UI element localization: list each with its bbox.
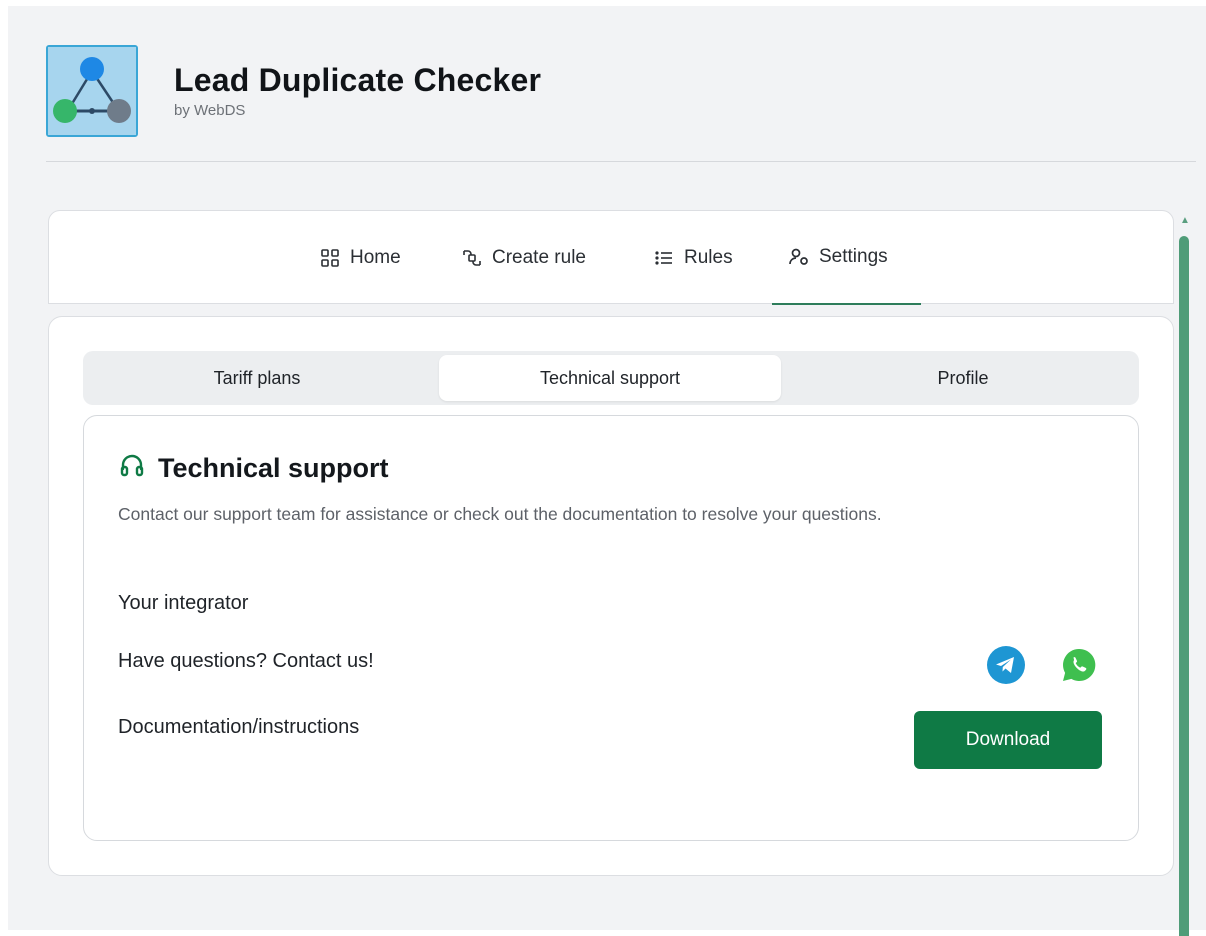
tab-technical-support[interactable]: Technical support	[439, 355, 781, 401]
tab-profile[interactable]: Profile	[791, 355, 1135, 401]
app-vendor: by WebDS	[174, 102, 246, 119]
panel-title: Technical support	[158, 453, 389, 483]
settings-card: Tariff plans Technical support Profile T…	[48, 316, 1174, 876]
nav-tab-label: Home	[350, 247, 401, 268]
integrator-label: Your integrator	[118, 592, 249, 614]
nav-tab-label: Create rule	[492, 247, 586, 268]
main-navigation: Home Create rule Rules Settings	[48, 210, 1174, 305]
documentation-label: Documentation/instructions	[118, 716, 360, 738]
panel-header: Technical support	[118, 452, 389, 485]
nav-tab-create-rule[interactable]: Create rule	[445, 211, 602, 305]
app-title: Lead Duplicate Checker	[174, 62, 542, 98]
tab-tariff-plans[interactable]: Tariff plans	[87, 355, 427, 401]
grid-icon	[319, 247, 341, 269]
nav-tab-home[interactable]: Home	[303, 211, 417, 305]
nav-tab-label: Rules	[684, 247, 733, 268]
settings-tabs: Tariff plans Technical support Profile	[83, 351, 1139, 405]
technical-support-panel: Technical support Contact our support te…	[83, 415, 1139, 841]
list-icon	[653, 247, 675, 269]
link-icon	[461, 247, 483, 269]
telegram-icon[interactable]	[987, 646, 1025, 684]
app-frame: Lead Duplicate Checker by WebDS Home Cre…	[8, 6, 1206, 936]
whatsapp-icon[interactable]	[1060, 646, 1098, 684]
download-button[interactable]: Download	[914, 711, 1102, 769]
app-logo	[46, 45, 138, 137]
app-header: Lead Duplicate Checker by WebDS	[46, 44, 1196, 162]
nav-tab-rules[interactable]: Rules	[637, 211, 749, 305]
scroll-up-arrow-icon[interactable]: ▲	[1180, 216, 1190, 226]
user-settings-icon	[788, 246, 810, 268]
headset-icon	[118, 452, 146, 485]
nav-tab-settings[interactable]: Settings	[772, 211, 921, 305]
scrollbar-thumb[interactable]	[1179, 236, 1189, 936]
panel-description: Contact our support team for assistance …	[118, 504, 882, 524]
contact-label: Have questions? Contact us!	[118, 650, 374, 672]
nav-tab-label: Settings	[819, 246, 888, 267]
